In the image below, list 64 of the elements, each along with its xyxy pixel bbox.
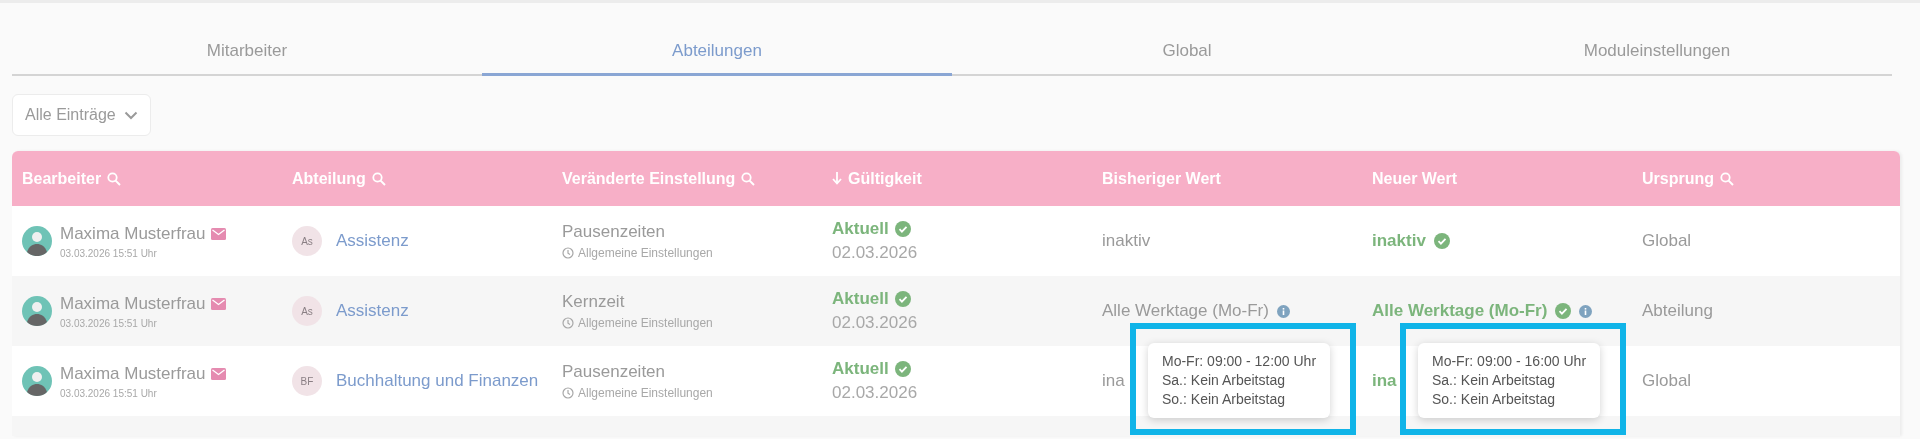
department-link[interactable]: Buchhaltung und Finanzen <box>336 371 539 391</box>
tooltip-line: So.: Kein Arbeitstag <box>1162 390 1286 409</box>
origin: Global <box>1642 371 1693 391</box>
setting-name: Pausenzeiten <box>562 222 667 242</box>
avatar-icon <box>22 226 52 256</box>
setting-category: Allgemeine Einstellungen <box>578 386 713 400</box>
origin: Abteilung <box>1642 301 1714 321</box>
column-header[interactable]: Bearbeiter <box>22 169 102 188</box>
check-icon <box>894 361 911 377</box>
filter-dropdown[interactable]: Alle Einträge <box>12 94 151 136</box>
setting-category: Allgemeine Einstellungen <box>578 316 713 330</box>
editor-name: Maxima Musterfrau <box>60 293 206 314</box>
column-header[interactable]: Gültigkeit <box>848 169 922 188</box>
validity-status: Aktuell <box>832 219 889 239</box>
origin: Global <box>1642 231 1693 251</box>
column-header[interactable]: Neuer Wert <box>1372 169 1458 188</box>
chevron-down-icon <box>123 110 138 120</box>
editor-name: Maxima Musterfrau <box>60 223 206 244</box>
department-badge: As <box>292 296 322 326</box>
department-link[interactable]: Assistenz <box>336 231 409 251</box>
check-icon <box>894 291 911 307</box>
old-value: inaktiv <box>1102 231 1151 251</box>
tab[interactable]: Mitarbeiter <box>12 28 482 76</box>
tooltip-line: Mo-Fr: 09:00 - 12:00 Uhr <box>1162 352 1317 371</box>
mail-icon <box>211 227 227 240</box>
validity-date: 02.03.2026 <box>832 243 918 263</box>
tooltip-line: Mo-Fr: 09:00 - 16:00 Uhr <box>1432 352 1587 371</box>
timestamp: 03.03.2026 15:51 Uhr <box>60 247 158 259</box>
column-header[interactable]: Abteilung <box>292 169 366 188</box>
column-header[interactable]: Bisheriger Wert <box>1102 169 1221 188</box>
tooltip-line: So.: Kein Arbeitstag <box>1432 390 1556 409</box>
tab[interactable]: Moduleinstellungen <box>1422 28 1892 76</box>
timestamp: 03.03.2026 15:51 Uhr <box>60 387 158 399</box>
old-value: ina <box>1102 371 1125 391</box>
department-badge: As <box>292 226 322 256</box>
setting-name: Kernzeit <box>562 292 626 312</box>
column-header[interactable]: Veränderte Einstellung <box>562 169 736 188</box>
department-link[interactable]: Assistenz <box>336 301 409 321</box>
avatar-icon <box>22 296 52 326</box>
check-icon <box>894 221 911 237</box>
clock-icon <box>562 317 574 329</box>
mail-icon <box>211 367 227 380</box>
setting-name: Pausenzeiten <box>562 362 667 382</box>
setting-category: Allgemeine Einstellungen <box>578 246 713 260</box>
clock-icon <box>562 387 574 399</box>
new-value: ina <box>1372 371 1397 391</box>
column-header[interactable]: Ursprung <box>1642 169 1714 188</box>
mail-icon <box>211 297 227 310</box>
avatar-icon <box>22 366 52 396</box>
timestamp: 03.03.2026 15:51 Uhr <box>60 317 158 329</box>
new-value: inaktiv <box>1372 231 1426 251</box>
department-badge: BF <box>292 366 322 396</box>
validity-date: 02.03.2026 <box>832 313 918 333</box>
clock-icon <box>562 247 574 259</box>
editor-name: Maxima Musterfrau <box>60 363 206 384</box>
tab[interactable]: Abteilungen <box>482 28 952 76</box>
validity-status: Aktuell <box>832 289 889 309</box>
old-value: Alle Werktage (Mo-Fr) <box>1102 301 1269 321</box>
validity-status: Aktuell <box>832 359 889 379</box>
validity-date: 02.03.2026 <box>832 383 918 403</box>
tooltip-line: Sa.: Kein Arbeitstag <box>1162 371 1286 390</box>
new-value: Alle Werktage (Mo-Fr) <box>1372 301 1548 321</box>
tooltip-line: Sa.: Kein Arbeitstag <box>1432 371 1556 390</box>
tab[interactable]: Global <box>952 28 1422 76</box>
